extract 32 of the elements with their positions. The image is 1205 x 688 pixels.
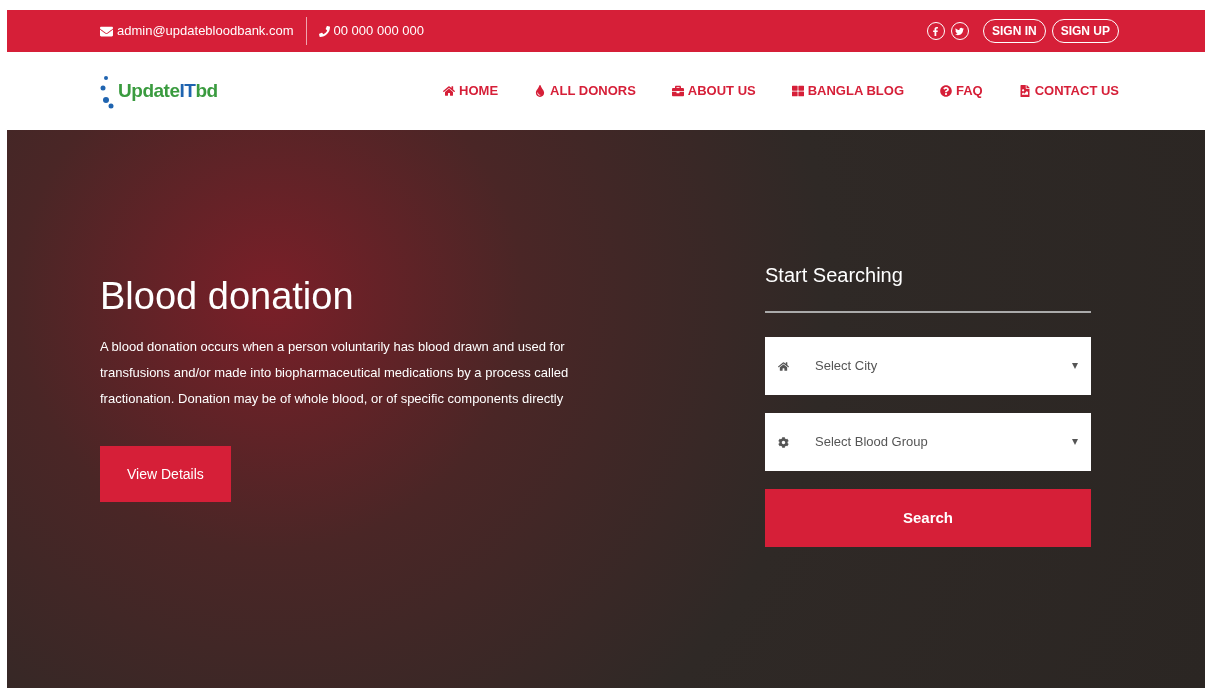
view-details-button[interactable]: View Details: [100, 446, 231, 502]
drop-icon: [534, 85, 547, 97]
home-icon: [443, 85, 456, 97]
grid-icon: [791, 85, 804, 97]
select-field[interactable]: Select Blood Group: [765, 413, 1091, 471]
twitter-icon: [955, 26, 965, 36]
logo-text: UpdateITbd: [118, 78, 218, 103]
select-field[interactable]: Select City: [765, 337, 1091, 395]
facebook-icon: [931, 26, 941, 36]
hero-title: Blood donation: [100, 274, 355, 319]
caret-icon: [1072, 439, 1078, 445]
phone-icon: [318, 25, 330, 37]
mail-icon: [100, 24, 113, 38]
caret-icon: [1072, 363, 1078, 369]
hero-text: A blood donation occurs when a person voluntarily has blood drawn and used for transfusions and/or made into biopharmaceutical medications by a process called fractionation. Donation may be of whole blood, or of specific components directly: [100, 338, 570, 408]
briefcase-icon: [671, 85, 684, 97]
document-icon: [1018, 85, 1031, 97]
question-icon: [940, 85, 952, 97]
dots-icon: [100, 73, 114, 109]
nav-link[interactable]: CONTACT US: [1018, 81, 1119, 101]
phone-text: 00 000 000 000: [333, 22, 424, 41]
nav-link[interactable]: BANGLA BLOG: [791, 81, 904, 101]
home-icon: [778, 360, 789, 372]
email-text: admin@updatebloodbank.com: [117, 22, 294, 41]
gear-icon: [778, 436, 789, 448]
nav-link[interactable]: ABOUT US: [671, 81, 756, 101]
nav-link[interactable]: FAQ: [940, 81, 983, 101]
search-title: Start Searching: [765, 261, 1091, 313]
nav-link[interactable]: HOME: [443, 81, 499, 101]
search-button[interactable]: Search: [765, 489, 1091, 547]
logo[interactable]: UpdateITbd: [100, 73, 218, 109]
nav-link[interactable]: ALL DONORS: [534, 81, 636, 101]
